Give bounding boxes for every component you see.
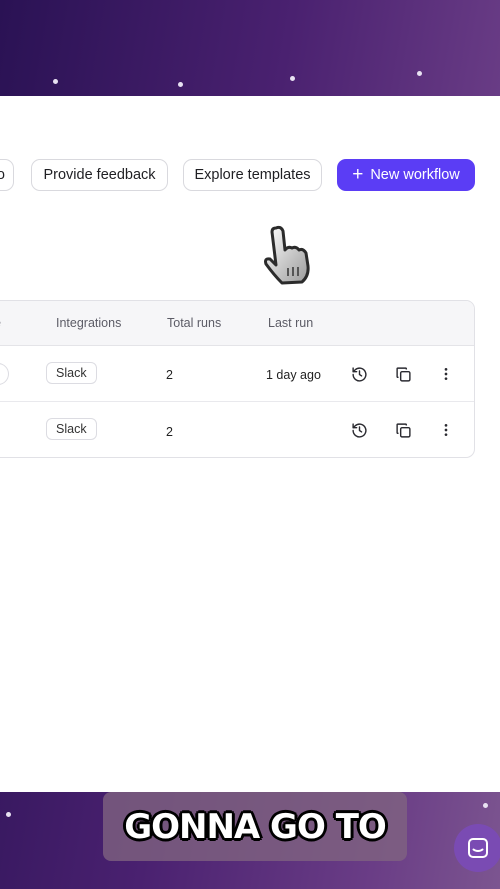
integration-label: Slack [56,422,87,436]
explore-templates-button[interactable]: Explore templates [183,159,322,191]
background-dot [178,82,183,87]
total-runs-value: 2 [166,425,173,439]
plus-icon: + [352,163,364,185]
partial-toolbar-button-label: o [0,167,5,183]
caption-text: GONNA GO TO [124,806,387,847]
more-vertical-icon[interactable] [435,363,457,385]
workflows-table: pe Integrations Total runs Last run Slac… [0,300,475,458]
app-window: o Provide feedback Explore templates + N… [0,96,500,872]
column-header-last-run[interactable]: Last run [268,316,313,330]
provide-feedback-button[interactable]: Provide feedback [31,159,168,191]
provide-feedback-label: Provide feedback [43,167,156,183]
history-icon[interactable] [348,419,370,441]
column-header-type[interactable]: pe [0,316,1,330]
table-header: pe Integrations Total runs Last run [0,301,474,346]
type-badge [0,363,9,385]
background-dot [6,812,11,817]
chat-support-icon[interactable] [454,824,500,872]
copy-icon[interactable] [392,363,414,385]
explore-templates-label: Explore templates [194,167,311,183]
last-run-value: 1 day ago [266,368,321,382]
table-row[interactable]: Slack 2 [0,402,474,457]
integration-badge: Slack [46,362,97,384]
background-dot [417,71,422,76]
integration-label: Slack [56,366,87,380]
copy-icon[interactable] [392,419,414,441]
history-icon[interactable] [348,363,370,385]
partial-toolbar-button[interactable]: o [0,159,14,191]
background-dot [483,803,488,808]
table-row[interactable]: Slack 2 1 day ago [0,346,474,402]
new-workflow-label: New workflow [370,167,460,183]
new-workflow-button[interactable]: + New workflow [337,159,475,191]
background-dot [290,76,295,81]
column-header-total-runs[interactable]: Total runs [167,316,221,330]
video-caption: GONNA GO TO [103,792,407,861]
more-vertical-icon[interactable] [435,419,457,441]
background-dot [53,79,58,84]
integration-badge: Slack [46,418,97,440]
total-runs-value: 2 [166,368,173,382]
hand-pointer-cursor-icon [264,225,310,285]
column-header-integrations[interactable]: Integrations [56,316,121,330]
